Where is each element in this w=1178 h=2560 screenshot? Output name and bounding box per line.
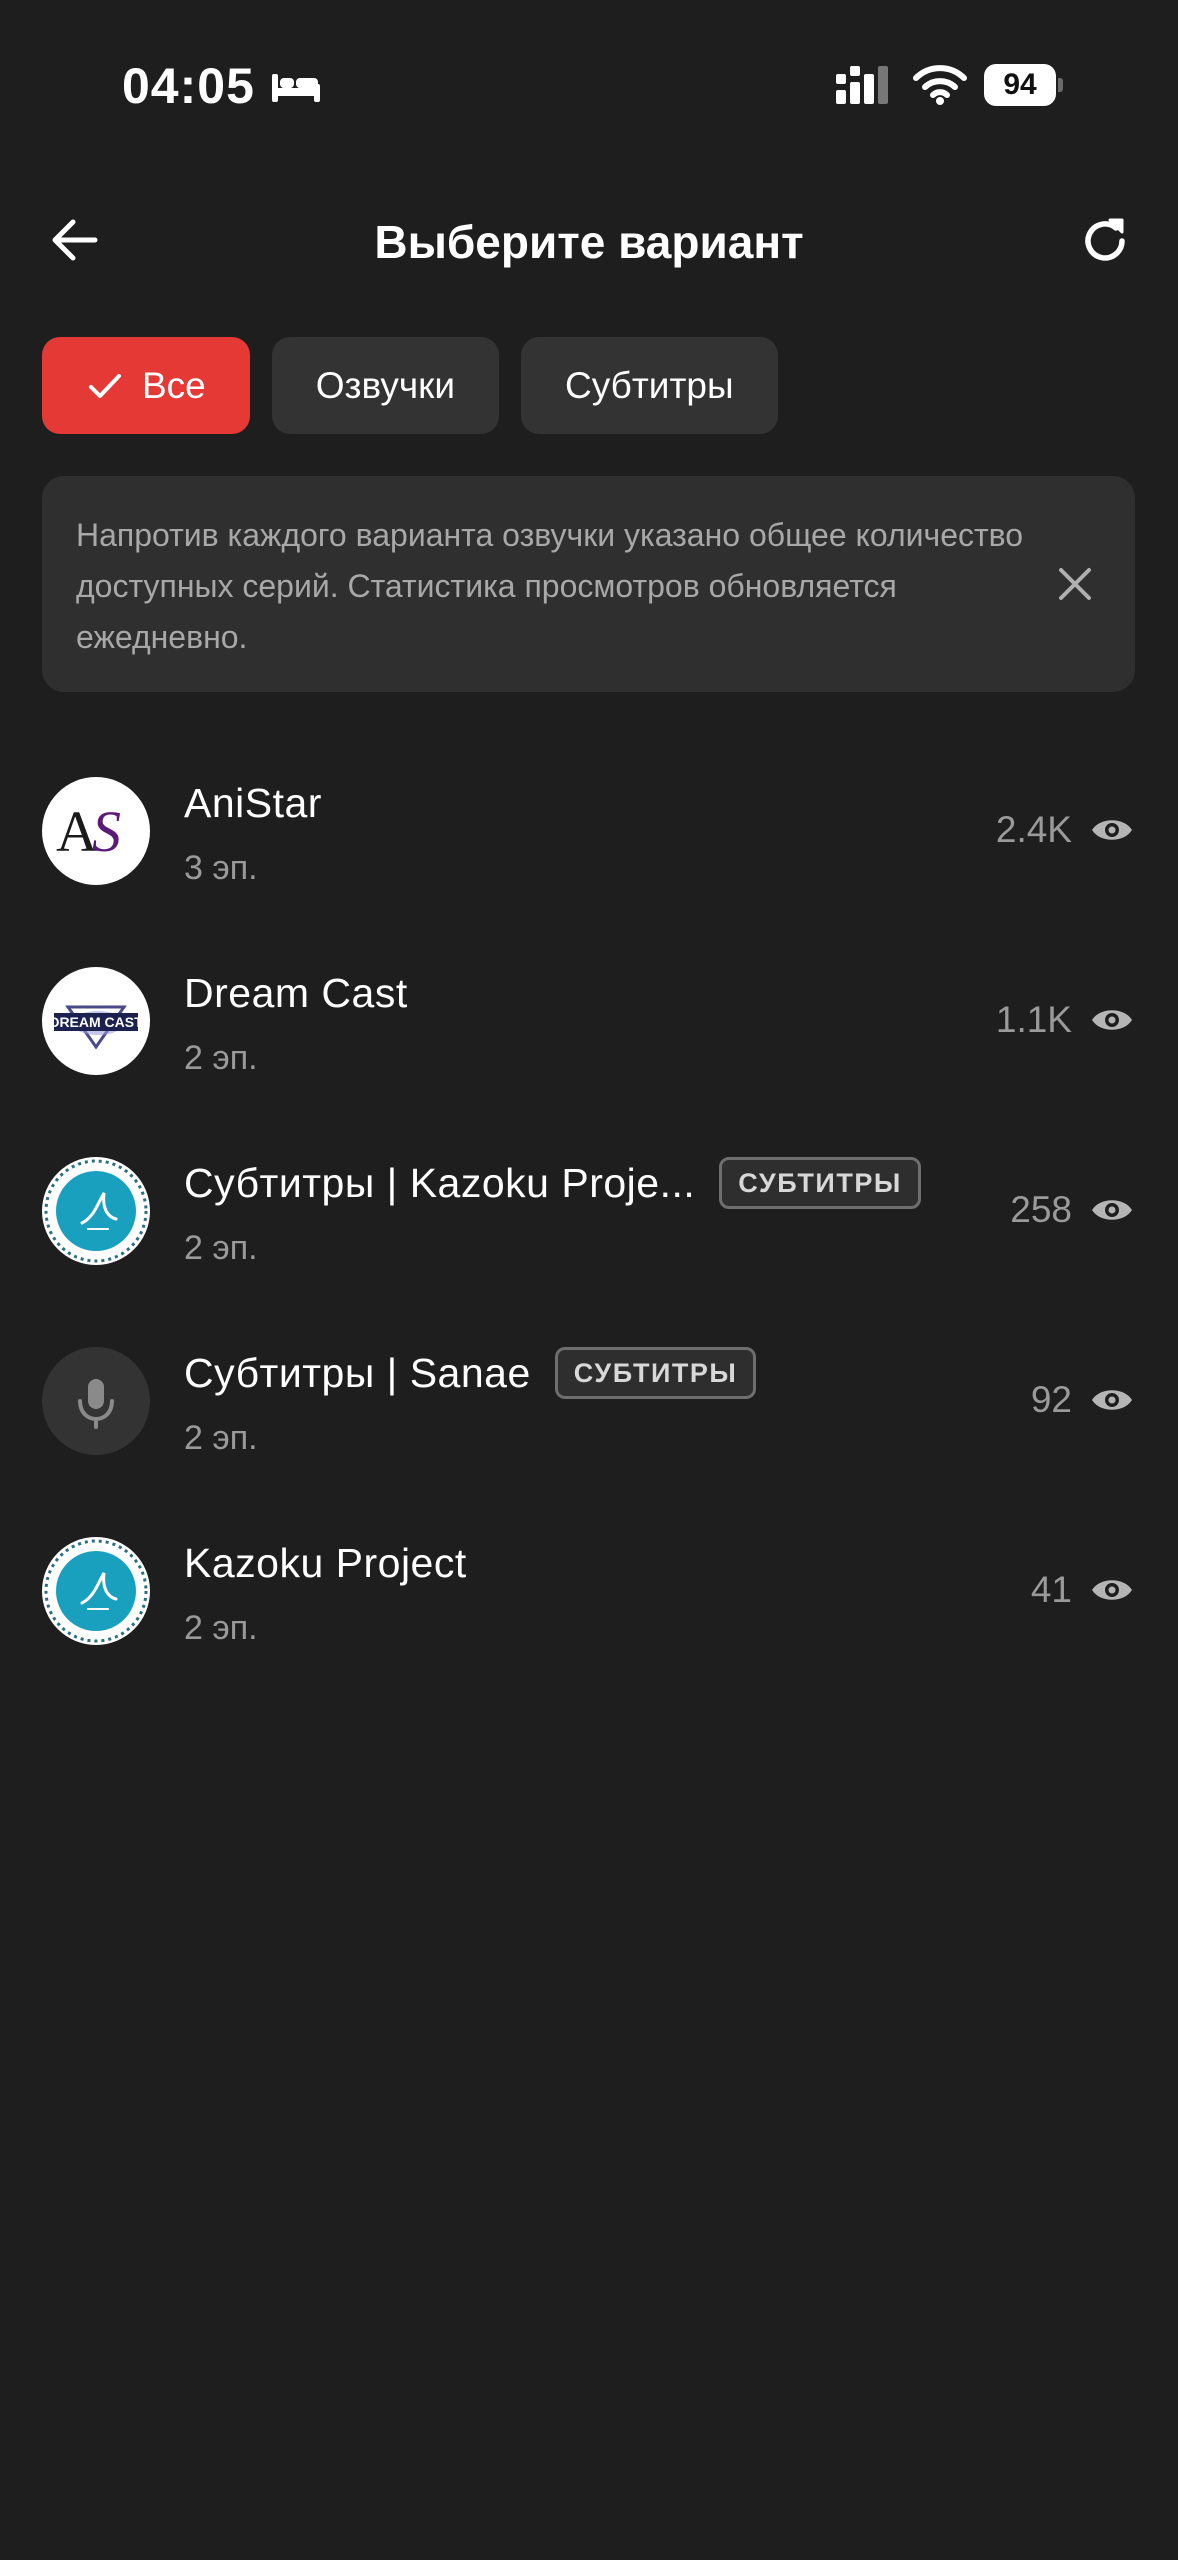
bed-icon — [272, 74, 320, 102]
item-title-row: AniStar — [184, 775, 322, 831]
variant-list: A S AniStar 3 эп. 2.4K DREAM CAST Dream … — [0, 755, 1178, 1705]
item-title: Субтитры | Kazoku Proje... — [184, 1160, 696, 1206]
filter-chip-label: Субтитры — [565, 364, 734, 406]
subtitles-badge: СУБТИТРЫ — [554, 1347, 757, 1399]
item-title: Dream Cast — [184, 970, 408, 1016]
kazoku-logo — [42, 1537, 150, 1645]
page-title: Выберите вариант — [374, 216, 804, 268]
item-title: Kazoku Project — [184, 1540, 467, 1586]
refresh-button[interactable] — [1072, 210, 1138, 272]
item-episodes: 2 эп. — [184, 1609, 258, 1647]
item-episodes: 2 эп. — [184, 1039, 258, 1077]
item-episodes: 3 эп. — [184, 849, 258, 887]
filter-chip-label: Озвучки — [315, 364, 455, 406]
item-title-row: Dream Cast — [184, 965, 408, 1021]
eye-icon — [1092, 1580, 1132, 1600]
anistar-logo: A S — [42, 777, 150, 885]
item-views: 1.1K — [996, 995, 1134, 1045]
header: Выберите вариант — [0, 190, 1178, 290]
item-views: 92 — [1031, 1375, 1134, 1425]
item-title-row: Субтитры | Sanae СУБТИТРЫ — [184, 1345, 757, 1401]
filter-chips: Все Озвучки Субтитры — [42, 337, 778, 434]
info-close-button[interactable] — [1051, 560, 1099, 608]
cellular-signal-icon — [836, 66, 888, 104]
filter-chip-dubs[interactable]: Озвучки — [271, 337, 499, 434]
item-title: Субтитры | Sanae — [184, 1350, 531, 1396]
views-count: 1.1K — [995, 999, 1072, 1040]
status-time: 04:05 — [122, 58, 255, 114]
views-count: 2.4K — [995, 809, 1072, 850]
eye-icon — [1092, 1390, 1132, 1410]
wifi-icon — [913, 65, 967, 105]
eye-icon — [1092, 1010, 1132, 1030]
check-icon — [89, 373, 121, 398]
list-item[interactable]: DREAM CAST Dream Cast 2 эп. 1.1K — [0, 945, 1178, 1135]
item-episodes: 2 эп. — [184, 1229, 258, 1267]
filter-chip-all[interactable]: Все — [42, 337, 250, 434]
battery-icon: 94 — [984, 64, 1064, 106]
list-item[interactable]: Субтитры | Sanae СУБТИТРЫ 2 эп. 92 — [0, 1325, 1178, 1515]
eye-icon — [1092, 820, 1132, 840]
svg-text:DREAM CAST: DREAM CAST — [49, 1014, 143, 1030]
views-count: 41 — [1030, 1569, 1072, 1610]
info-text: Напротив каждого варианта озвучки указан… — [76, 517, 1024, 655]
kazoku-logo — [42, 1157, 150, 1265]
list-item[interactable]: Kazoku Project 2 эп. 41 — [0, 1515, 1178, 1705]
item-views: 2.4K — [996, 805, 1134, 855]
dream-cast-logo: DREAM CAST — [42, 967, 150, 1075]
battery-nub — [1058, 78, 1063, 92]
item-episodes: 2 эп. — [184, 1419, 258, 1457]
status-bar: 04:05 94 — [0, 0, 1178, 160]
battery-level: 94 — [984, 64, 1056, 106]
subtitles-badge: СУБТИТРЫ — [719, 1157, 921, 1209]
filter-chip-subtitles[interactable]: Субтитры — [521, 337, 778, 434]
item-title: AniStar — [184, 780, 322, 826]
microphone-icon — [42, 1347, 150, 1455]
item-title-row: Субтитры | Kazoku Proje... СУБТИТРЫ — [184, 1155, 921, 1211]
list-item[interactable]: A S AniStar 3 эп. 2.4K — [0, 755, 1178, 945]
eye-icon — [1092, 1200, 1132, 1220]
refresh-icon — [1085, 218, 1125, 261]
views-count: 92 — [1030, 1379, 1072, 1420]
svg-text:S: S — [92, 799, 121, 864]
item-views: 41 — [1031, 1565, 1134, 1615]
views-count: 258 — [1010, 1189, 1072, 1230]
item-title-row: Kazoku Project — [184, 1535, 467, 1591]
item-views: 258 — [1010, 1185, 1134, 1235]
filter-chip-label: Все — [142, 364, 206, 406]
list-item[interactable]: Субтитры | Kazoku Proje... СУБТИТРЫ 2 эп… — [0, 1135, 1178, 1325]
info-banner: Напротив каждого варианта озвучки указан… — [42, 476, 1135, 692]
close-icon — [1059, 568, 1091, 600]
